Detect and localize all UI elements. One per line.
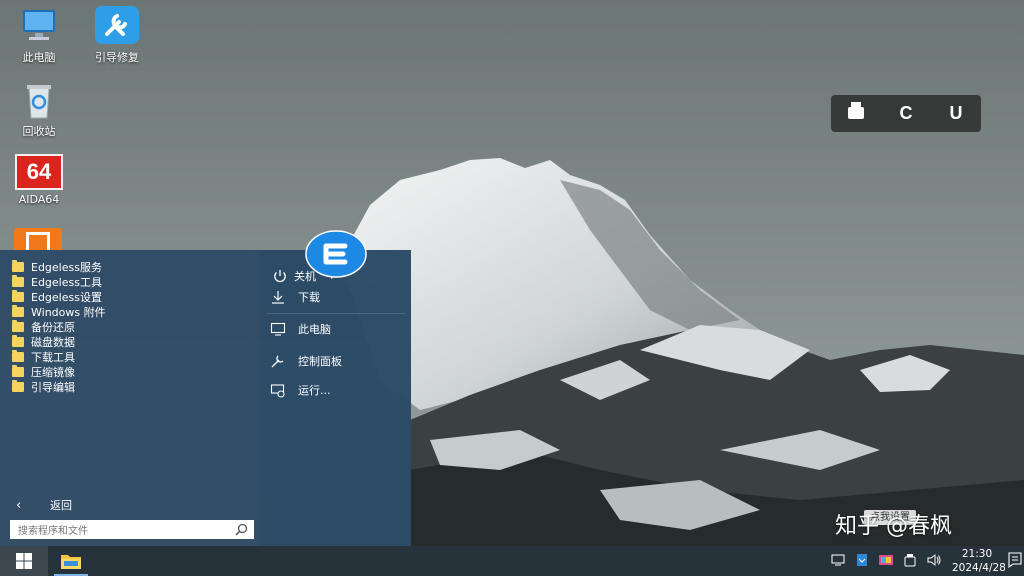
- folder-icon: [61, 555, 81, 569]
- recycle-bin-icon: [17, 80, 61, 120]
- folder-item[interactable]: 备份还原: [12, 319, 106, 334]
- notification-icon[interactable]: [1008, 552, 1022, 568]
- computer-icon: [17, 6, 61, 46]
- start-menu: Edgeless服务 Edgeless工具 Edgeless设置 Windows…: [0, 250, 411, 546]
- desktop-icon-aida64[interactable]: 64 AIDA64: [4, 154, 74, 206]
- desktop-icon-label: 回收站: [22, 125, 56, 138]
- desktop-icon-label: 此电脑: [22, 51, 56, 64]
- desktop-icon-label: 引导修复: [95, 51, 139, 64]
- wrench-icon: [271, 355, 284, 368]
- folder-label: Edgeless服务: [31, 260, 102, 274]
- power-icon: [274, 270, 286, 283]
- start-menu-shortcuts: 下载 此电脑 控制面板 运行...: [260, 250, 411, 546]
- usb-drive-icon[interactable]: [902, 553, 918, 567]
- edgeless-logo[interactable]: [305, 229, 367, 279]
- folder-label: 压缩镜像: [31, 365, 75, 379]
- folder-label: Windows 附件: [31, 305, 106, 319]
- shortcut-label: 控制面板: [298, 355, 342, 368]
- folder-item[interactable]: 压缩镜像: [12, 364, 106, 379]
- folder-icon: [12, 364, 24, 377]
- folder-label: Edgeless工具: [31, 275, 102, 289]
- folder-item[interactable]: 引导编辑: [12, 379, 106, 394]
- wrench-icon: [95, 6, 139, 46]
- folder-label: 下载工具: [31, 350, 75, 364]
- taskbar: 21:30 2024/4/28: [0, 546, 1024, 576]
- download-icon: [272, 291, 284, 304]
- shortcut-run[interactable]: 运行...: [270, 379, 331, 401]
- volume-icon[interactable]: [926, 553, 942, 567]
- program-folder-list: Edgeless服务 Edgeless工具 Edgeless设置 Windows…: [12, 259, 106, 394]
- clock-date: 2024/4/28: [952, 562, 1006, 574]
- download-manager-icon[interactable]: [854, 553, 870, 567]
- app-icon: [26, 232, 50, 250]
- folder-icon: [12, 259, 24, 272]
- desktop-icon-partial[interactable]: [14, 228, 62, 250]
- folder-item[interactable]: Edgeless服务: [12, 259, 106, 274]
- shortcut-control-panel[interactable]: 控制面板: [270, 350, 342, 372]
- search-placeholder: 搜索程序和文件: [18, 526, 88, 537]
- shortcut-downloads[interactable]: 下载: [270, 286, 320, 308]
- desktop-icon-boot-repair[interactable]: 引导修复: [82, 6, 152, 65]
- folder-icon: [12, 349, 24, 362]
- taskbar-file-explorer[interactable]: [48, 546, 94, 576]
- desktop-icon-this-pc[interactable]: 此电脑: [4, 6, 74, 65]
- system-tray: [830, 553, 942, 567]
- folder-item[interactable]: 下载工具: [12, 349, 106, 364]
- folder-icon: [12, 334, 24, 347]
- watermark-text: 知乎 @春枫: [835, 514, 952, 539]
- folder-item[interactable]: 磁盘数据: [12, 334, 106, 349]
- toolbar-c-button[interactable]: C: [888, 103, 924, 124]
- usb-icon[interactable]: [838, 102, 874, 125]
- taskbar-clock[interactable]: 21:30 2024/4/28: [952, 547, 1006, 575]
- toolbar-u-button[interactable]: U: [938, 103, 974, 124]
- folder-icon: [12, 289, 24, 302]
- start-button[interactable]: [0, 546, 48, 576]
- run-icon: [270, 384, 285, 398]
- folder-item[interactable]: Edgeless工具: [12, 274, 106, 289]
- shortcut-label: 下载: [298, 291, 320, 304]
- shortcut-this-pc[interactable]: 此电脑: [270, 318, 331, 340]
- shortcut-label: 运行...: [298, 384, 331, 397]
- folder-icon: [12, 319, 24, 332]
- display-settings-icon[interactable]: [878, 553, 894, 567]
- aida64-icon: 64: [15, 154, 63, 190]
- folder-item[interactable]: Edgeless设置: [12, 289, 106, 304]
- folder-icon: [12, 379, 24, 392]
- folder-label: 引导编辑: [31, 380, 75, 394]
- aida64-icon-text: 64: [26, 159, 52, 184]
- clock-time: 21:30: [961, 548, 993, 560]
- search-input[interactable]: 搜索程序和文件: [10, 520, 254, 539]
- back-button[interactable]: ‹ 返回: [16, 497, 72, 513]
- shortcut-label: 此电脑: [298, 323, 331, 336]
- folder-label: Edgeless设置: [31, 290, 102, 304]
- start-menu-programs: Edgeless服务 Edgeless工具 Edgeless设置 Windows…: [0, 250, 260, 546]
- computer-icon: [270, 322, 286, 336]
- desktop-icon-recycle-bin[interactable]: 回收站: [4, 80, 74, 139]
- search-icon: [235, 523, 248, 536]
- network-icon[interactable]: [830, 553, 846, 567]
- desktop-icon-label: AIDA64: [18, 193, 60, 206]
- folder-label: 磁盘数据: [31, 335, 75, 349]
- folder-icon: [12, 274, 24, 287]
- chevron-left-icon: ‹: [16, 497, 22, 513]
- back-label: 返回: [50, 499, 72, 512]
- folder-icon: [12, 304, 24, 317]
- folder-label: 备份还原: [31, 320, 75, 334]
- folder-item[interactable]: Windows 附件: [12, 304, 106, 319]
- divider: [266, 313, 406, 314]
- windows-logo-icon: [16, 553, 32, 569]
- floating-toolbar: C U: [831, 95, 981, 132]
